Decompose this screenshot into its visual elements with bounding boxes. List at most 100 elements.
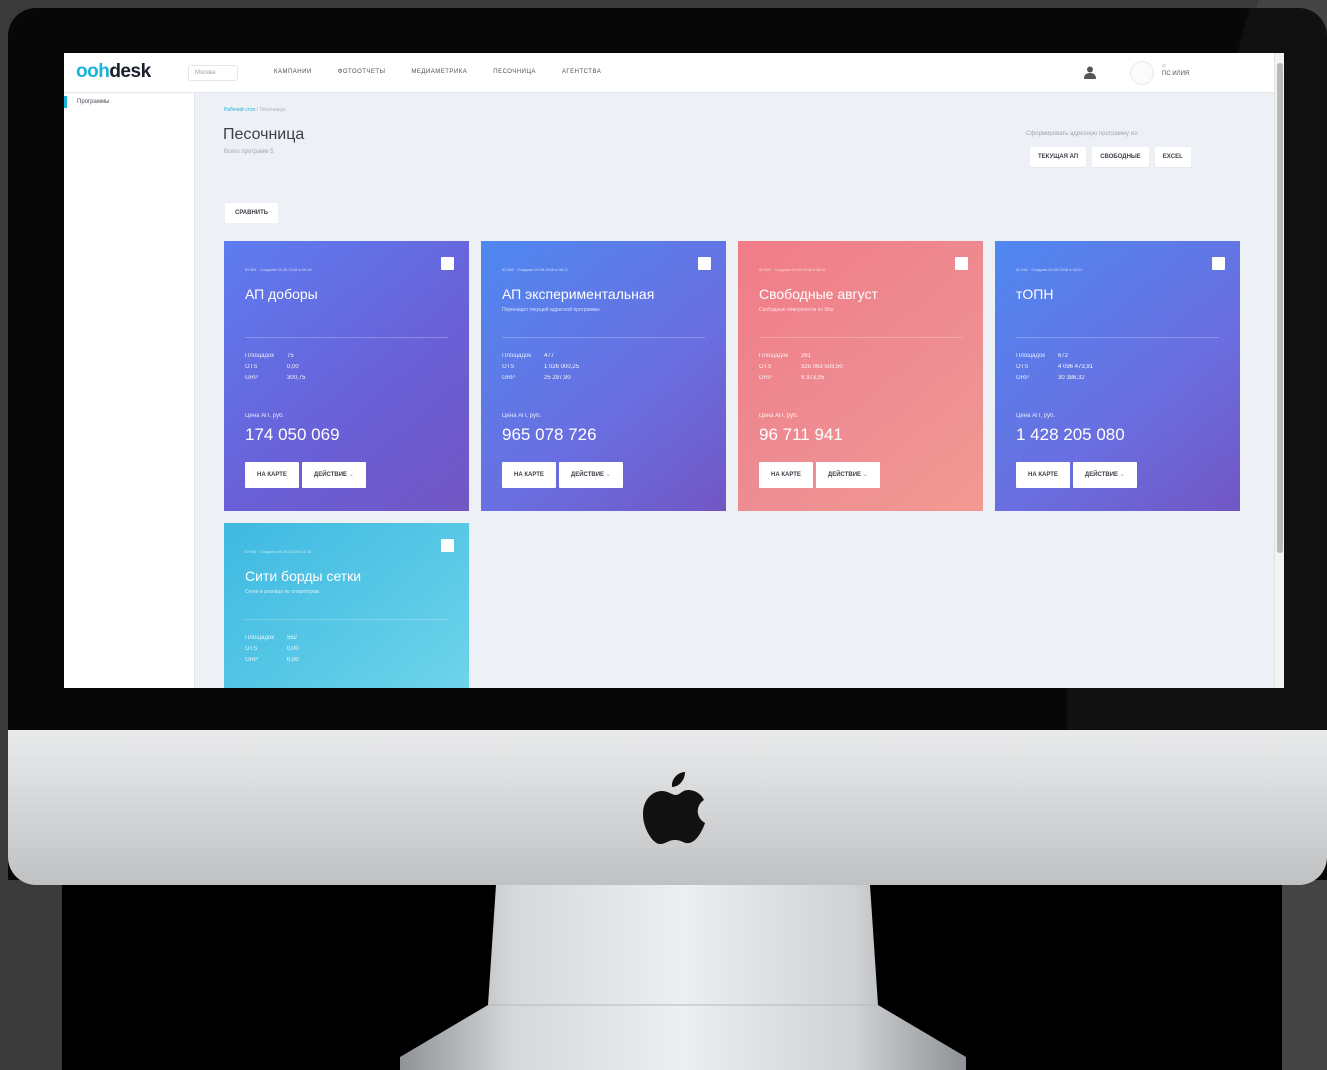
card-stats: Площадок 672 OTS 4 096 473,91 GRP 30 386,32 <box>1016 351 1093 384</box>
card-divider <box>502 337 705 338</box>
nav-media-metrics[interactable]: МЕДИАМЕТРИКА <box>411 69 467 75</box>
action-label: ДЕЙСТВИЕ <box>1084 472 1119 478</box>
card-buttons: НА КАРТЕ ДЕЙСТВИЕ ⌄ <box>759 462 880 488</box>
price-label: Цена АП, руб. <box>759 413 799 419</box>
nav-sandbox[interactable]: ПЕСОЧНИЦА <box>493 69 536 75</box>
action-dropdown[interactable]: ДЕЙСТВИЕ ⌄ <box>558 462 623 488</box>
free-button[interactable]: СВОБОДНЫЕ <box>1092 147 1149 167</box>
card-checkbox[interactable] <box>1212 257 1225 270</box>
app-logo[interactable]: oohdesk <box>76 61 151 83</box>
card-buttons: НА КАРТЕ ДЕЙСТВИЕ ⌄ <box>1016 462 1137 488</box>
action-dropdown[interactable]: ДЕЙСТВИЕ ⌄ <box>815 462 880 488</box>
card-stats: Площадок 552 OTS 0,00 GRP 0,00 <box>245 633 299 666</box>
program-card[interactable]: ID 561 · Создана 03.09.2018 в 09:18 АП д… <box>224 241 469 511</box>
avatar[interactable] <box>1130 61 1154 85</box>
breadcrumb: Рабочий стол / Песочница <box>224 107 285 113</box>
stat-value-grp: 9 373,05 <box>801 375 825 381</box>
compare-button[interactable]: СРАВНИТЬ <box>225 203 279 223</box>
stat-label-area: Площадок <box>245 635 274 641</box>
scrollbar-thumb[interactable] <box>1277 63 1283 553</box>
action-dropdown[interactable]: ДЕЙСТВИЕ ⌄ <box>301 462 366 488</box>
current-ap-button[interactable]: ТЕКУЩАЯ АП <box>1030 147 1087 167</box>
stat-value-area: 477 <box>544 353 555 359</box>
stat-label-area: Площадок <box>759 353 788 359</box>
program-card[interactable]: ID 549 · Создана 03.09.2018 в 05:16 Своб… <box>738 241 983 511</box>
sidebar: Программы <box>64 93 195 688</box>
stat-label-area: Площадок <box>245 353 274 359</box>
stat-label-area: Площадок <box>502 353 531 359</box>
breadcrumb-current: Песочница <box>259 107 285 113</box>
card-title[interactable]: АП экспериментальная <box>502 286 654 302</box>
card-divider <box>245 337 448 338</box>
generate-buttons: ТЕКУЩАЯ АП СВОБОДНЫЕ EXCEL <box>1030 147 1191 167</box>
user-id-label: ID <box>1162 63 1166 68</box>
program-card[interactable]: ID 544 · Создана 03.09.2018 в 03:22 тОПН… <box>995 241 1240 511</box>
stat-value-grp: 30 386,32 <box>1058 375 1085 381</box>
action-label: ДЕЙСТВИЕ <box>827 472 862 478</box>
stat-label-grp: GRP <box>245 375 259 381</box>
excel-button[interactable]: EXCEL <box>1154 147 1191 167</box>
card-title[interactable]: Сити борды сетки <box>245 568 361 584</box>
price-label: Цена АП, руб. <box>1016 413 1056 419</box>
price-label: Цена АП, руб. <box>245 413 285 419</box>
on-map-button[interactable]: НА КАРТЕ <box>759 462 813 488</box>
card-divider <box>245 619 448 620</box>
sidebar-item-programs[interactable]: Программы <box>64 96 109 108</box>
stat-label-grp: GRP <box>245 657 259 663</box>
action-dropdown[interactable]: ДЕЙСТВИЕ ⌄ <box>1072 462 1137 488</box>
stat-value-ots: 0,00 <box>287 646 299 652</box>
stat-label-grp: GRP <box>759 375 773 381</box>
page-subtitle: Всего программ 5 <box>224 149 274 155</box>
card-divider <box>759 337 962 338</box>
price-label: Цена АП, руб. <box>502 413 542 419</box>
city-select[interactable]: Москва <box>188 65 238 81</box>
price-value: 965 078 726 <box>502 425 597 444</box>
generate-program-label: Сформировать адресную программу из: <box>1026 131 1139 137</box>
stat-value-area: 75 <box>287 353 294 359</box>
stat-label-ots: OTS <box>759 364 772 370</box>
card-checkbox[interactable] <box>441 539 454 552</box>
stat-label-grp: GRP <box>1016 375 1030 381</box>
card-buttons: НА КАРТЕ ДЕЙСТВИЕ ⌄ <box>245 462 366 488</box>
nav-campaigns[interactable]: КАМПАНИИ <box>274 69 312 75</box>
price-value: 1 428 205 080 <box>1016 425 1125 444</box>
scrollbar[interactable] <box>1274 53 1284 688</box>
card-buttons: НА КАРТЕ ДЕЙСТВИЕ ⌄ <box>502 462 623 488</box>
card-meta: ID 558 · Создана 03.09.2018 в 08:17 <box>502 267 569 272</box>
card-title[interactable]: АП доборы <box>245 286 318 302</box>
card-stats: Площадок 75 OTS 0,00 GRP 300,75 <box>245 351 305 384</box>
card-description: Перенацел текущей адресной программы <box>502 307 600 313</box>
breadcrumb-root[interactable]: Рабочий стол <box>224 107 255 113</box>
on-map-button[interactable]: НА КАРТЕ <box>502 462 556 488</box>
user-name[interactable]: ПС ИЛИЯ <box>1162 71 1189 77</box>
card-title[interactable]: тОПН <box>1016 286 1053 302</box>
stat-value-ots: 0,00 <box>287 364 299 370</box>
card-description: Сетки и розница по операторам <box>245 589 320 595</box>
action-label: ДЕЙСТВИЕ <box>313 472 348 478</box>
card-title[interactable]: Свободные август <box>759 286 878 302</box>
on-map-button[interactable]: НА КАРТЕ <box>245 462 299 488</box>
stat-label-ots: OTS <box>245 646 258 652</box>
user-settings-icon[interactable] <box>1084 66 1096 79</box>
card-checkbox[interactable] <box>441 257 454 270</box>
chevron-down-icon: ⌄ <box>862 472 868 478</box>
main-nav: КАМПАНИИ ФОТООТЧЕТЫ МЕДИАМЕТРИКА ПЕСОЧНИ… <box>274 69 627 75</box>
chevron-down-icon: ⌄ <box>348 472 354 478</box>
card-checkbox[interactable] <box>698 257 711 270</box>
on-map-button[interactable]: НА КАРТЕ <box>1016 462 1070 488</box>
card-checkbox[interactable] <box>955 257 968 270</box>
price-value: 96 711 941 <box>759 425 843 444</box>
price-value: 174 050 069 <box>245 425 340 444</box>
card-divider <box>1016 337 1219 338</box>
stat-value-area: 261 <box>801 353 812 359</box>
card-stats: Площадок 261 OTS 325 063 503,50 GRP 9 373,0… <box>759 351 843 384</box>
program-card[interactable]: ID 541 · Создана 06.09.2018 в 11:18 Сити… <box>224 523 469 688</box>
program-card[interactable]: ID 558 · Создана 03.09.2018 в 08:17 АП э… <box>481 241 726 511</box>
page-title: Песочница <box>223 126 305 143</box>
imac-stand <box>400 885 966 1070</box>
apple-logo-icon <box>643 772 705 844</box>
card-meta: ID 561 · Создана 03.09.2018 в 09:18 <box>245 267 312 272</box>
nav-agencies[interactable]: АГЕНТСТВА <box>562 69 601 75</box>
action-label: ДЕЙСТВИЕ <box>570 472 605 478</box>
nav-photo-reports[interactable]: ФОТООТЧЕТЫ <box>338 69 386 75</box>
